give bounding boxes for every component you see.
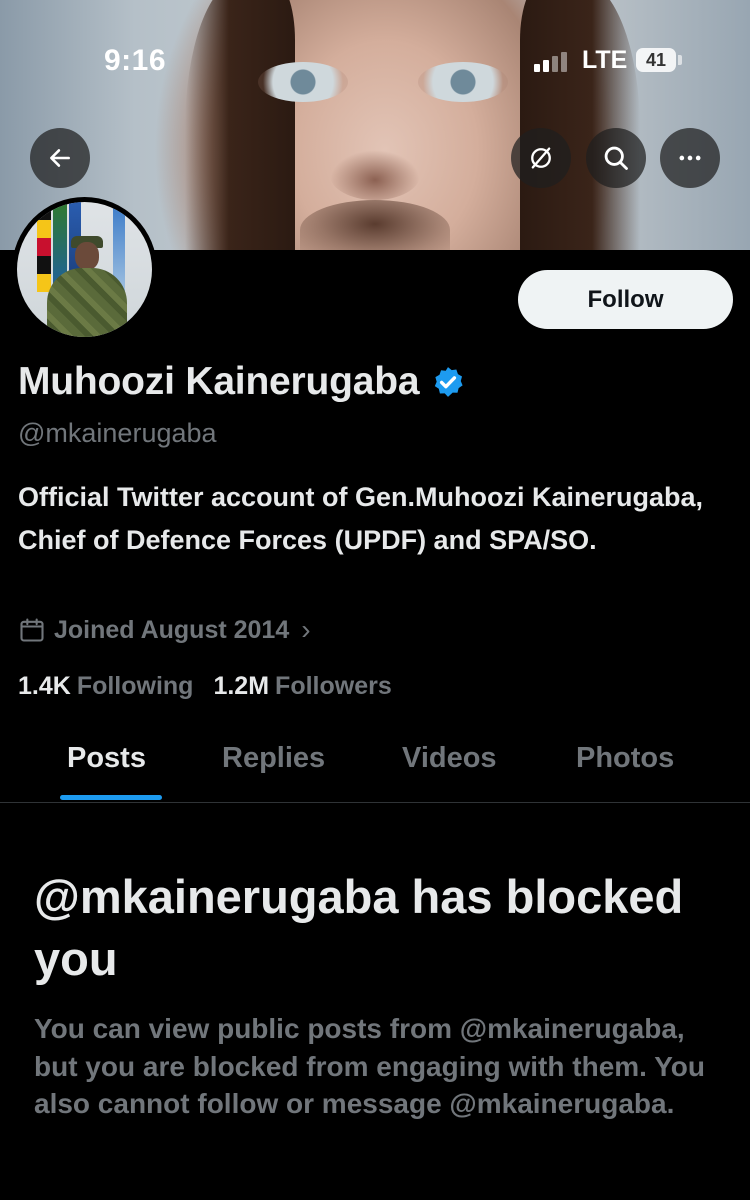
followers-link[interactable]: 1.2M Followers	[213, 672, 391, 701]
follow-counts: 1.4K Following 1.2M Followers	[18, 672, 392, 701]
following-label: Following	[76, 672, 194, 700]
followers-label: Followers	[275, 672, 392, 700]
network-type: LTE	[582, 46, 628, 74]
calendar-icon	[20, 618, 44, 642]
follow-button[interactable]: Follow	[518, 270, 733, 329]
joined-date-row[interactable]: Joined August 2014 ›	[18, 614, 311, 646]
blocked-message: You can view public posts from @mkaineru…	[34, 1013, 706, 1119]
tab-replies[interactable]: Replies	[222, 742, 325, 775]
profile-bio: Official Twitter account of Gen.Muhoozi …	[18, 482, 704, 555]
avatar-person-uniform	[47, 268, 127, 337]
blocked-title: @mkainerugaba has blocked you	[34, 870, 684, 985]
avatar-flag-1	[37, 202, 51, 292]
grok-button[interactable]	[511, 128, 571, 188]
profile-name: Muhoozi Kainerugaba	[18, 360, 420, 403]
following-count: 1.4K	[18, 672, 71, 700]
joined-date: Joined August 2014	[54, 615, 290, 644]
arrow-left-icon	[50, 149, 70, 167]
more-options-button[interactable]	[660, 128, 720, 188]
grok-icon	[531, 147, 551, 169]
search-button[interactable]	[586, 128, 646, 188]
status-bar: 9:16 LTE 41	[0, 0, 750, 100]
followers-count: 1.2M	[213, 672, 270, 700]
profile-avatar[interactable]	[12, 197, 157, 342]
battery-icon: 41	[636, 48, 676, 72]
active-tab-indicator	[60, 795, 162, 800]
profile-name-row: Muhoozi Kainerugaba	[18, 360, 465, 404]
status-time: 9:16	[104, 44, 167, 77]
battery-cap	[678, 55, 682, 65]
chevron-right-icon: ›	[301, 614, 311, 645]
profile-handle: @mkainerugaba	[18, 418, 217, 448]
more-horizontal-icon	[679, 155, 701, 161]
avatar-person-head	[75, 242, 99, 270]
banner-nose	[330, 150, 420, 200]
tab-photos[interactable]: Photos	[576, 742, 674, 775]
back-button[interactable]	[30, 128, 90, 188]
tab-posts[interactable]: Posts	[67, 742, 146, 775]
verified-badge-icon[interactable]	[431, 365, 465, 399]
profile-tabs: Posts Replies Videos Photos	[0, 720, 750, 803]
tab-videos[interactable]: Videos	[402, 742, 497, 775]
search-icon	[604, 146, 628, 170]
banner-beard	[300, 200, 450, 250]
following-link[interactable]: 1.4K Following	[18, 672, 193, 701]
avatar-photo	[17, 202, 152, 337]
cellular-signal-icon	[534, 52, 567, 72]
